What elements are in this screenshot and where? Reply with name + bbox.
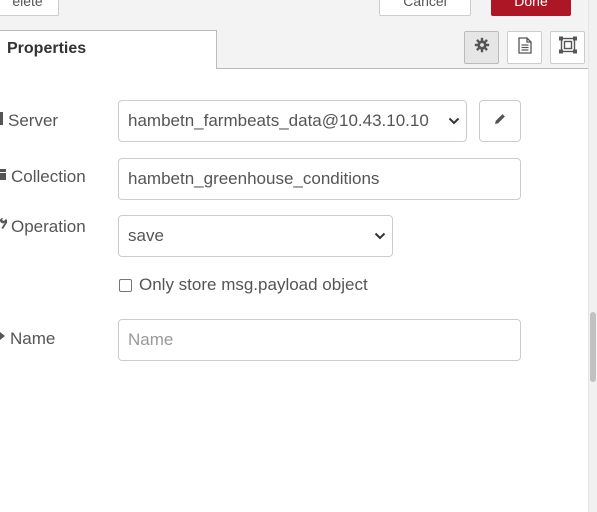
scrollbar[interactable] xyxy=(588,0,597,512)
tag-icon xyxy=(0,328,10,349)
edit-server-button[interactable] xyxy=(479,100,521,142)
tab-description-button[interactable] xyxy=(507,31,542,64)
tray-tabs: Properties xyxy=(0,26,588,69)
chevron-down-icon xyxy=(442,117,466,125)
pencil-icon xyxy=(493,112,507,131)
chevron-down-icon xyxy=(368,232,392,240)
node-edit-tray: elete Cancel Done Properties Server hamb… xyxy=(0,0,597,512)
name-label: Name xyxy=(0,328,55,349)
tray-header: elete Cancel Done xyxy=(0,0,588,27)
operation-label: Operation xyxy=(0,216,86,237)
tab-properties-icon-button[interactable] xyxy=(464,31,499,64)
only-payload-checkbox[interactable] xyxy=(119,278,132,292)
tab-properties[interactable]: Properties xyxy=(0,30,217,69)
appearance-icon xyxy=(558,36,578,59)
server-label: Server xyxy=(0,110,58,131)
delete-button[interactable]: elete xyxy=(0,0,59,16)
only-payload-option: Only store msg.payload object xyxy=(119,275,368,295)
tab-appearance-button[interactable] xyxy=(550,31,585,64)
gear-icon xyxy=(474,37,490,58)
cancel-button[interactable]: Cancel xyxy=(379,0,471,16)
collection-input[interactable]: hambetn_greenhouse_conditions xyxy=(118,158,521,200)
archive-icon xyxy=(0,166,11,187)
operation-select[interactable]: save xyxy=(118,215,393,257)
done-button[interactable]: Done xyxy=(491,0,571,16)
description-icon xyxy=(517,36,532,59)
collection-label: Collection xyxy=(0,166,86,187)
wrench-icon xyxy=(0,216,11,237)
name-input[interactable]: Name xyxy=(118,319,521,361)
database-icon xyxy=(0,110,8,131)
server-select[interactable]: hambetn_farmbeats_data@10.43.10.10 xyxy=(118,100,467,142)
scrollbar-thumb[interactable] xyxy=(590,312,596,382)
